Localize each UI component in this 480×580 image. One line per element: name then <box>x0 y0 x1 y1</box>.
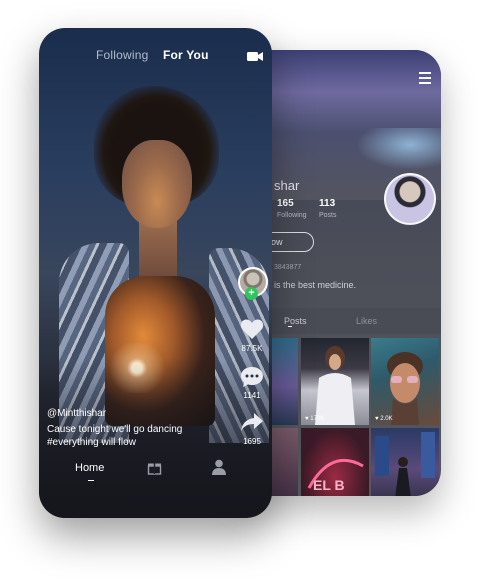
caption-line: Cause tonight we'll go dancing <box>47 424 183 435</box>
tab-posts-indicator <box>288 326 292 327</box>
post-thumbnail[interactable]: ♥ 2.0K <box>371 338 439 425</box>
creator-handle[interactable]: @Mintthishar <box>47 408 106 419</box>
post-thumbnail[interactable] <box>270 338 298 425</box>
svg-text:EL B: EL B <box>313 477 345 493</box>
posts-label: Posts <box>319 212 337 219</box>
profile-name: shar <box>274 178 300 193</box>
thumb-like-count: ♥ 170K <box>305 416 325 422</box>
city-street-image <box>375 432 435 496</box>
post-thumbnail[interactable] <box>270 428 298 496</box>
nav-home-indicator <box>88 480 94 481</box>
user-icon[interactable] <box>212 459 226 480</box>
woman-white-dress-image <box>315 346 355 425</box>
tab-posts[interactable]: Posts <box>284 316 307 326</box>
share-count: 1695 <box>243 437 261 446</box>
tab-following[interactable]: Following <box>96 48 149 62</box>
neon-sign-image: EL B <box>307 458 364 493</box>
posts-count: 113 <box>319 198 336 209</box>
comment-icon[interactable] <box>240 366 264 393</box>
feed-screen: Following For You + 87.5K 1141 1695 @Min… <box>39 28 272 518</box>
heart-icon[interactable] <box>240 318 264 345</box>
profile-id: 3843877 <box>274 264 302 271</box>
camera-icon[interactable] <box>247 49 263 67</box>
menu-icon[interactable] <box>419 72 431 87</box>
caption-hashtags[interactable]: #everything will flow <box>47 436 182 449</box>
gift-icon[interactable] <box>147 460 162 480</box>
man-sunglasses-image <box>387 352 423 425</box>
tab-likes[interactable]: Likes <box>356 316 377 326</box>
nav-home[interactable]: Home <box>75 462 104 474</box>
cover-glow <box>356 128 441 170</box>
share-icon[interactable] <box>240 412 264 437</box>
video-background <box>122 140 192 228</box>
plus-icon[interactable]: + <box>245 287 258 300</box>
thumb-like-count: ♥ 2.0K <box>375 416 393 422</box>
video-background <box>139 220 177 280</box>
profile-avatar[interactable] <box>384 173 436 225</box>
post-thumbnail[interactable]: EL B <box>301 428 369 496</box>
video-caption: Cause tonight we'll go dancing #everythi… <box>47 423 182 449</box>
like-count: 87.5K <box>241 344 263 353</box>
following-count: 165 <box>277 198 294 209</box>
post-thumbnail[interactable] <box>371 428 439 496</box>
tab-for-you[interactable]: For You <box>163 48 209 62</box>
profile-bio: is the best medicine. <box>274 280 357 290</box>
comment-count: 1141 <box>243 391 261 400</box>
following-label: Following <box>277 212 307 219</box>
post-thumbnail[interactable]: ♥ 170K <box>301 338 369 425</box>
